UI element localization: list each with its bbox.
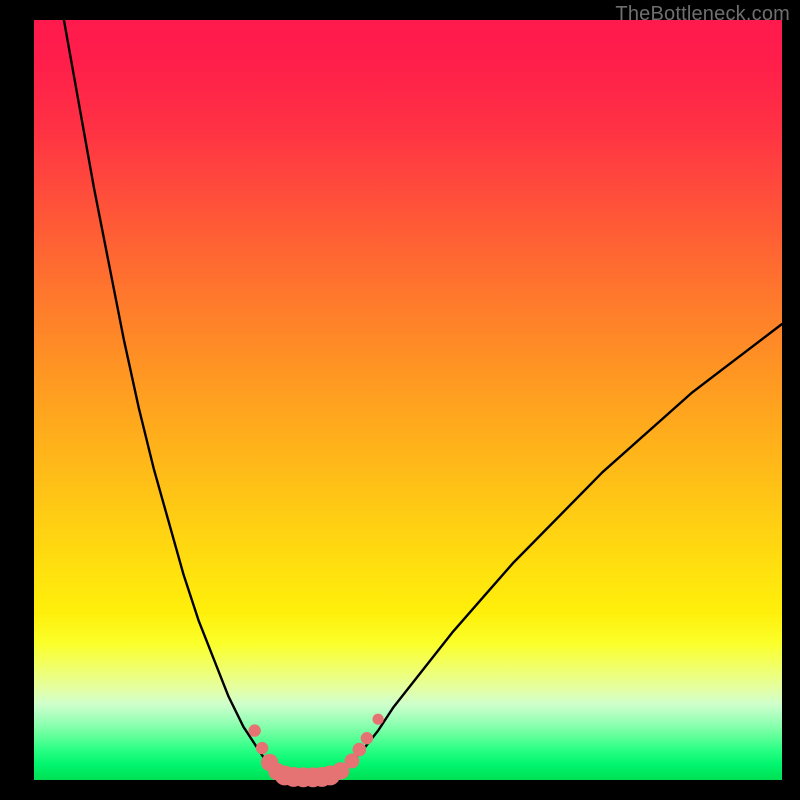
plot-area xyxy=(34,20,782,780)
data-marker xyxy=(361,732,373,744)
marker-layer xyxy=(248,714,383,788)
data-marker xyxy=(248,724,260,736)
curve-layer xyxy=(64,20,782,778)
series-left-curve xyxy=(64,20,281,775)
data-marker xyxy=(373,714,384,725)
data-marker xyxy=(256,742,268,754)
series-right-curve xyxy=(333,324,782,775)
chart-svg xyxy=(34,20,782,780)
chart-container: TheBottleneck.com xyxy=(0,0,800,800)
data-marker xyxy=(353,743,367,757)
